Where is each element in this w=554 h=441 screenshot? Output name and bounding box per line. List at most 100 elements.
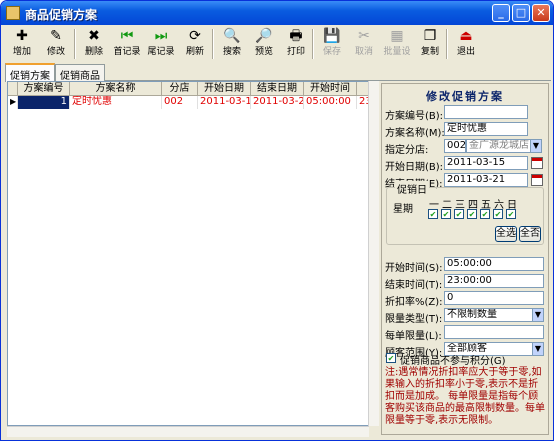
scheme-id-input[interactable] [444,105,528,119]
calendar-icon[interactable] [531,174,543,186]
promotion-days-group: 促销日 星期 一 二 三 四 五 六 日 ✔ ✔ ✔ ✔ ✔ ✔ ✔ 全选 全否 [386,181,544,245]
select-none-button[interactable]: 全否 [519,226,541,242]
start-time-input[interactable]: 05:00:00 [444,257,544,271]
customer-dropdown-icon[interactable]: ▼ [532,343,543,355]
select-all-button[interactable]: 全选 [495,226,517,242]
grid-vertical-scrollbar[interactable] [368,81,379,426]
toolbar-separator [446,29,448,59]
day-checkbox[interactable]: ✔ [480,209,490,219]
edit-button[interactable]: ✎ 修改 [40,27,72,61]
col-header-id[interactable]: 方案编号 [18,82,70,96]
exit-button[interactable]: ⏏ 退出 [450,27,482,61]
group-title: 促销日 [395,181,429,196]
day-checkbox[interactable]: ✔ [493,209,503,219]
tab-promotion-scheme[interactable]: 促销方案 [5,63,55,82]
start-date-input[interactable]: 2011-03-15 [444,156,528,170]
main-window: 商品促销方案 _ □ ✕ ✚ 增加 ✎ 修改 ✖ 删除 ⏮ 首记录 ⏭ 尾记录 ⟳ 刷新 🔍… [0,0,554,441]
preview-icon: 🔎 [255,28,273,44]
exit-icon: ⏏ [459,28,473,44]
cell-id[interactable]: 1 [18,96,70,109]
no-points-checkbox[interactable]: ✔ [386,353,396,363]
store-dropdown-icon[interactable]: ▼ [530,140,541,152]
row-pointer-icon: ▶ [8,96,18,109]
last-icon: ⏭ [154,28,168,44]
close-button[interactable]: ✕ [532,4,550,22]
label-no-points: 促销商品不参与积分(G) [400,356,506,367]
limit-type-select[interactable]: 不限制数量 [444,308,544,322]
per-order-input[interactable] [444,325,544,339]
first-icon: ⏮ [120,28,134,44]
table-row[interactable]: ▶ 1 定时忧惠 002 2011-03-15 2011-03-21 05:00… [8,96,368,109]
store-code-input[interactable]: 002 [444,139,466,153]
label-end-time: 结束时间(T): [385,280,443,291]
add-button[interactable]: ✚ 增加 [6,27,38,61]
day-checkbox[interactable]: ✔ [441,209,451,219]
delete-icon: ✖ [88,28,100,44]
row-indicator-header [8,82,18,96]
label-discount: 折扣率%(Z): [385,297,443,308]
first-record-button[interactable]: ⏮ 首记录 [110,27,144,61]
grid-header: 方案编号 方案名称 分店 开始日期 结束日期 开始时间 [8,82,368,96]
col-header-name[interactable]: 方案名称 [70,82,162,96]
calendar-icon[interactable] [531,157,543,169]
label-scheme-name: 方案名称(M): [385,128,445,139]
limit-dropdown-icon[interactable]: ▼ [532,309,543,321]
day-checkbox[interactable]: ✔ [467,209,477,219]
app-icon [6,6,20,20]
print-button[interactable]: 🖶 打印 [280,27,312,61]
search-icon: 🔍 [223,28,241,44]
preview-button[interactable]: 🔎 预览 [248,27,280,61]
title-bar: 商品促销方案 _ □ ✕ [1,1,553,25]
toolbar-separator [312,29,314,59]
minimize-button[interactable]: _ [492,4,510,22]
window-title: 商品促销方案 [25,8,98,22]
cell-store[interactable]: 002 [162,96,198,109]
maximize-button[interactable]: □ [512,4,530,22]
discount-input[interactable]: 0 [444,291,544,305]
search-button[interactable]: 🔍 搜索 [216,27,248,61]
label-scheme-id: 方案编号(B): [385,111,444,122]
col-header-start-date[interactable]: 开始日期 [198,82,251,96]
edit-panel: 修改促销方案 方案编号(B): 方案名称(M): 定时忧惠 指定分店: 002 … [381,83,549,435]
add-icon: ✚ [16,28,28,44]
day-checkbox[interactable]: ✔ [506,209,516,219]
save-icon: 💾 [323,28,341,44]
print-icon: 🖶 [289,28,303,44]
toolbar: ✚ 增加 ✎ 修改 ✖ 删除 ⏮ 首记录 ⏭ 尾记录 ⟳ 刷新 🔍 搜索 🔎 预览 🖶 打印 💾 保… [4,27,550,61]
col-header-extra[interactable] [357,82,368,96]
toolbar-separator [212,29,214,59]
scheme-grid[interactable]: 方案编号 方案名称 分店 开始日期 结束日期 开始时间 ▶ 1 定时忧惠 002… [7,81,369,426]
copy-icon: ❐ [423,28,437,44]
tab-promotion-goods[interactable]: 促销商品 [55,64,105,82]
col-header-start-time[interactable]: 开始时间 [304,82,357,96]
day-checkbox[interactable]: ✔ [454,209,464,219]
delete-button[interactable]: ✖ 删除 [78,27,110,61]
cell-name[interactable]: 定时忧惠 [70,96,162,109]
edit-icon: ✎ [50,28,62,44]
batch-set-button[interactable]: ▦ 批量设 [380,27,414,61]
col-header-store[interactable]: 分店 [162,82,198,96]
cancel-button[interactable]: ✂ 取消 [348,27,380,61]
day-checkbox[interactable]: ✔ [428,209,438,219]
end-time-input[interactable]: 23:00:00 [444,274,544,288]
note-text: 注:遇常情况折扣率应大于等于零,如果输入的折扣率小于零,表示不是折扣而是加成。 … [385,367,545,426]
copy-button[interactable]: ❐ 复制 [414,27,446,61]
refresh-button[interactable]: ⟳ 刷新 [179,27,211,61]
col-header-end-date[interactable]: 结束日期 [251,82,304,96]
label-per-order: 每单限量(L): [385,331,442,342]
cell-extra[interactable]: 23 [357,96,368,109]
end-date-input[interactable]: 2011-03-21 [444,173,528,187]
label-start-time: 开始时间(S): [385,263,443,274]
label-store: 指定分店: [385,145,429,156]
save-button[interactable]: 💾 保存 [316,27,348,61]
label-week: 星期 [393,204,413,215]
tab-strip: 促销方案 促销商品 [5,63,551,82]
refresh-icon: ⟳ [189,28,201,44]
scheme-name-input[interactable]: 定时忧惠 [444,122,528,136]
cell-start-time[interactable]: 05:00:00 [304,96,357,109]
grid-horizontal-scrollbar[interactable] [7,426,369,437]
last-record-button[interactable]: ⏭ 尾记录 [144,27,178,61]
cell-start-date[interactable]: 2011-03-15 [198,96,251,109]
toolbar-separator [74,29,76,59]
cell-end-date[interactable]: 2011-03-21 [251,96,304,109]
